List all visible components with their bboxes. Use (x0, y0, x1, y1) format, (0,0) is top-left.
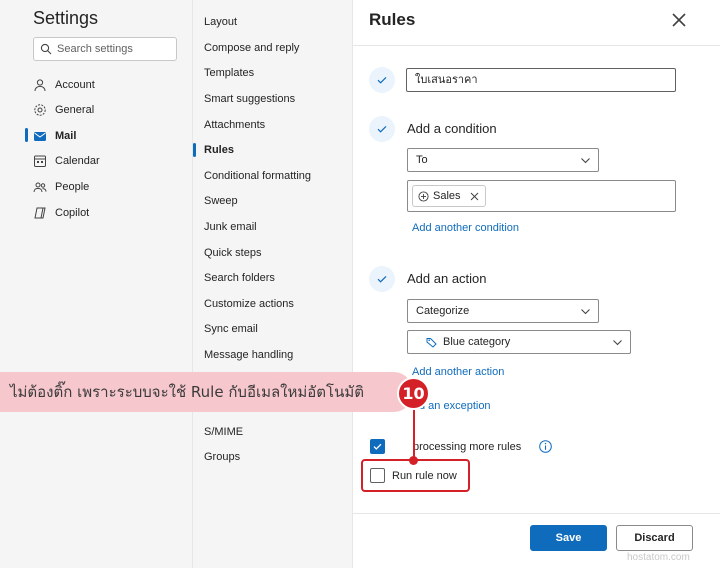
tag-label: Sales (433, 190, 461, 202)
annotation-step-badge: 10 (397, 377, 430, 410)
mail-icon (34, 132, 46, 141)
nav-label: Copilot (55, 207, 90, 219)
nav-item-general[interactable]: General (33, 100, 94, 120)
dropdown-value: To (416, 154, 428, 166)
footer-divider (353, 513, 720, 514)
step-complete-icon (369, 116, 395, 142)
watermark: hostatom.com (627, 552, 690, 563)
checkmark-icon (377, 125, 387, 133)
checkmark-icon (377, 76, 387, 84)
active-menu-indicator (193, 143, 196, 157)
remove-tag-icon[interactable] (469, 191, 480, 202)
category-dropdown[interactable]: Blue category (407, 330, 631, 354)
info-icon[interactable] (539, 440, 552, 453)
menu-item-conditional-formatting[interactable]: Conditional formatting (204, 168, 311, 184)
dropdown-value: Categorize (416, 305, 470, 317)
mail-settings-menu: Layout Compose and reply Templates Smart… (193, 0, 353, 568)
menu-item-sync-email[interactable]: Sync email (204, 321, 258, 337)
panel-title: Rules (369, 10, 416, 29)
menu-item-smart-suggestions[interactable]: Smart suggestions (204, 91, 295, 107)
nav-label: General (55, 104, 95, 116)
menu-item-rules[interactable]: Rules (204, 142, 234, 158)
person-icon (34, 79, 46, 92)
search-icon (40, 43, 52, 55)
close-icon[interactable] (669, 10, 689, 30)
condition-recipients-field[interactable]: Sales (407, 180, 676, 212)
menu-item-customize-actions[interactable]: Customize actions (204, 296, 294, 312)
nav-label: People (55, 181, 90, 193)
checkmark-icon (377, 275, 387, 283)
search-placeholder: Search settings (57, 43, 133, 55)
annotation-banner: ไม่ต้องติ๊ก เพราะระบบจะใช้ Rule กับอีเมล… (0, 372, 412, 412)
menu-item-templates[interactable]: Templates (204, 65, 254, 81)
menu-item-layout[interactable]: Layout (204, 14, 237, 30)
settings-nav-pane: Settings Search settings Account General… (0, 0, 193, 568)
copilot-icon (34, 207, 46, 219)
add-another-action-link[interactable]: Add another action (412, 366, 504, 378)
nav-item-calendar[interactable]: Calendar (33, 151, 100, 171)
chevron-down-icon (581, 309, 590, 315)
action-dropdown[interactable]: Categorize (407, 299, 599, 323)
discard-button[interactable]: Discard (616, 525, 693, 551)
rule-name-input[interactable]: ใบเสนอราคา (406, 68, 676, 92)
condition-dropdown[interactable]: To (407, 148, 599, 172)
nav-label: Calendar (55, 155, 100, 167)
chevron-down-icon (613, 340, 622, 346)
menu-item-search-folders[interactable]: Search folders (204, 270, 275, 286)
menu-item-sweep[interactable]: Sweep (204, 193, 238, 209)
action-heading: Add an action (407, 271, 487, 286)
condition-heading: Add a condition (407, 121, 497, 136)
menu-item-groups[interactable]: Groups (204, 449, 240, 465)
header-divider (353, 45, 720, 46)
nav-item-people[interactable]: People (33, 177, 89, 197)
nav-item-copilot[interactable]: Copilot (33, 203, 89, 223)
save-button[interactable]: Save (530, 525, 607, 551)
nav-item-account[interactable]: Account (33, 75, 95, 95)
menu-item-junk-email[interactable]: Junk email (204, 219, 257, 235)
calendar-icon (34, 155, 46, 167)
step-complete-icon (369, 266, 395, 292)
active-nav-indicator (25, 128, 28, 142)
annotation-connector (413, 410, 415, 460)
tag-icon (426, 337, 437, 348)
chevron-down-icon (581, 158, 590, 164)
nav-item-mail[interactable]: Mail (33, 126, 76, 146)
checkmark-icon (373, 443, 382, 450)
stop-processing-checkbox[interactable] (370, 439, 385, 454)
gear-icon (34, 104, 46, 116)
add-another-condition-link[interactable]: Add another condition (412, 222, 519, 234)
search-settings-input[interactable]: Search settings (33, 37, 177, 61)
settings-title: Settings (33, 8, 99, 28)
group-add-icon (418, 190, 429, 202)
menu-item-compose-and-reply[interactable]: Compose and reply (204, 40, 299, 56)
annotation-highlight-box (361, 459, 470, 492)
people-icon (33, 182, 47, 193)
stop-processing-label: processing more rules (413, 441, 522, 453)
add-exception-link[interactable]: d an exception (419, 400, 491, 412)
step-complete-icon (369, 67, 395, 93)
recipient-tag[interactable]: Sales (412, 185, 486, 207)
dropdown-value: Blue category (443, 336, 511, 348)
nav-label: Account (55, 79, 95, 91)
nav-label: Mail (55, 130, 77, 142)
menu-item-attachments[interactable]: Attachments (204, 117, 265, 133)
menu-item-smime[interactable]: S/MIME (204, 424, 243, 440)
menu-item-message-handling[interactable]: Message handling (204, 347, 293, 363)
menu-item-quick-steps[interactable]: Quick steps (204, 245, 261, 261)
